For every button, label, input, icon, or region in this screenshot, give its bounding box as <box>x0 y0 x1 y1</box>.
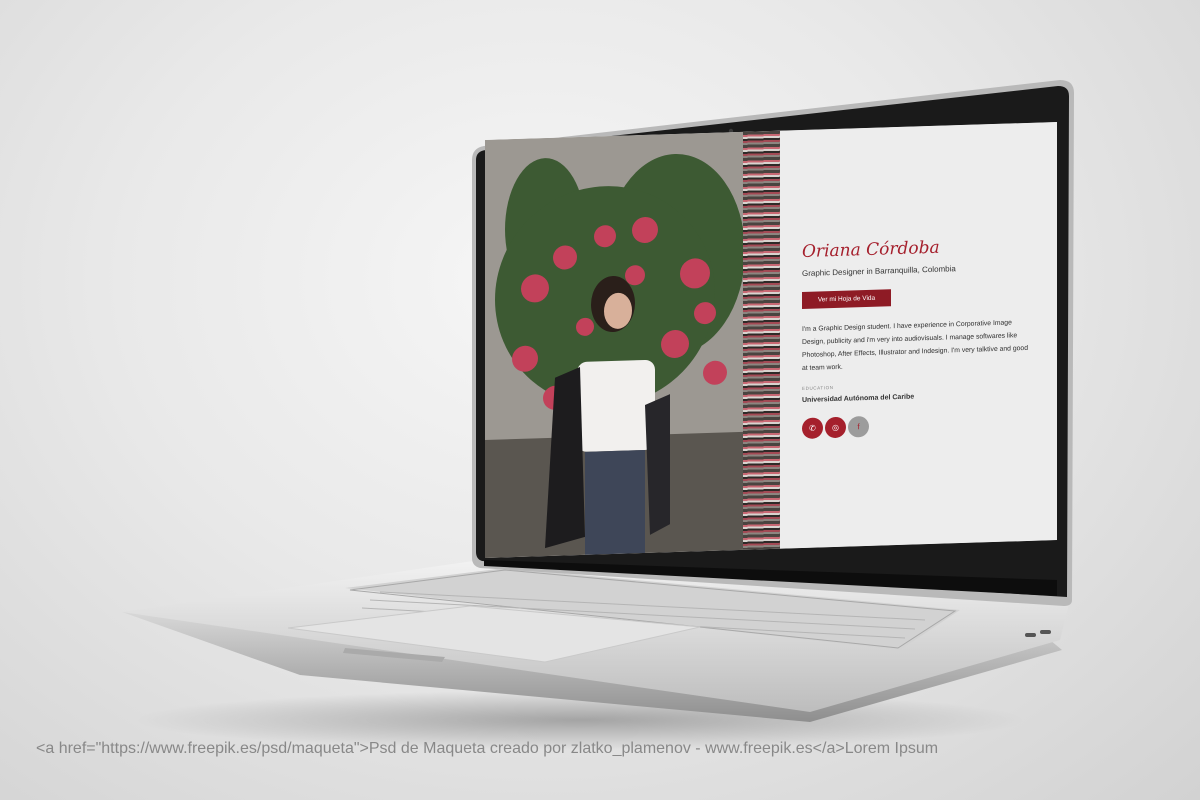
glitch-stripes <box>743 130 780 550</box>
facebook-icon: f <box>857 422 860 432</box>
whatsapp-icon: ✆ <box>809 423 816 433</box>
attribution-text: <a href="https://www.freepik.es/psd/maqu… <box>36 740 939 757</box>
portfolio-website: Oriana Córdoba Graphic Designer in Barra… <box>485 122 1057 559</box>
instagram-icon: ◎ <box>832 422 839 433</box>
whatsapp-button[interactable]: ✆ <box>802 417 823 440</box>
instagram-button[interactable]: ◎ <box>825 416 846 439</box>
profile-photo <box>485 131 745 558</box>
profile-bio: I'm a Graphic Design student. I have exp… <box>802 319 1028 373</box>
view-cv-button[interactable]: Ver mi Hoja de Vida <box>802 289 891 310</box>
photo-artwork <box>485 131 745 558</box>
facebook-button[interactable]: f <box>848 415 869 438</box>
education-label: EDUCATION <box>802 385 834 392</box>
profile-panel: Oriana Córdoba Graphic Designer in Barra… <box>780 122 1057 549</box>
education-value: Universidad Autónoma del Caribe <box>802 393 915 405</box>
profile-name: Oriana Córdoba <box>802 237 940 263</box>
profile-role: Graphic Designer in Barranquilla, Colomb… <box>802 264 956 279</box>
